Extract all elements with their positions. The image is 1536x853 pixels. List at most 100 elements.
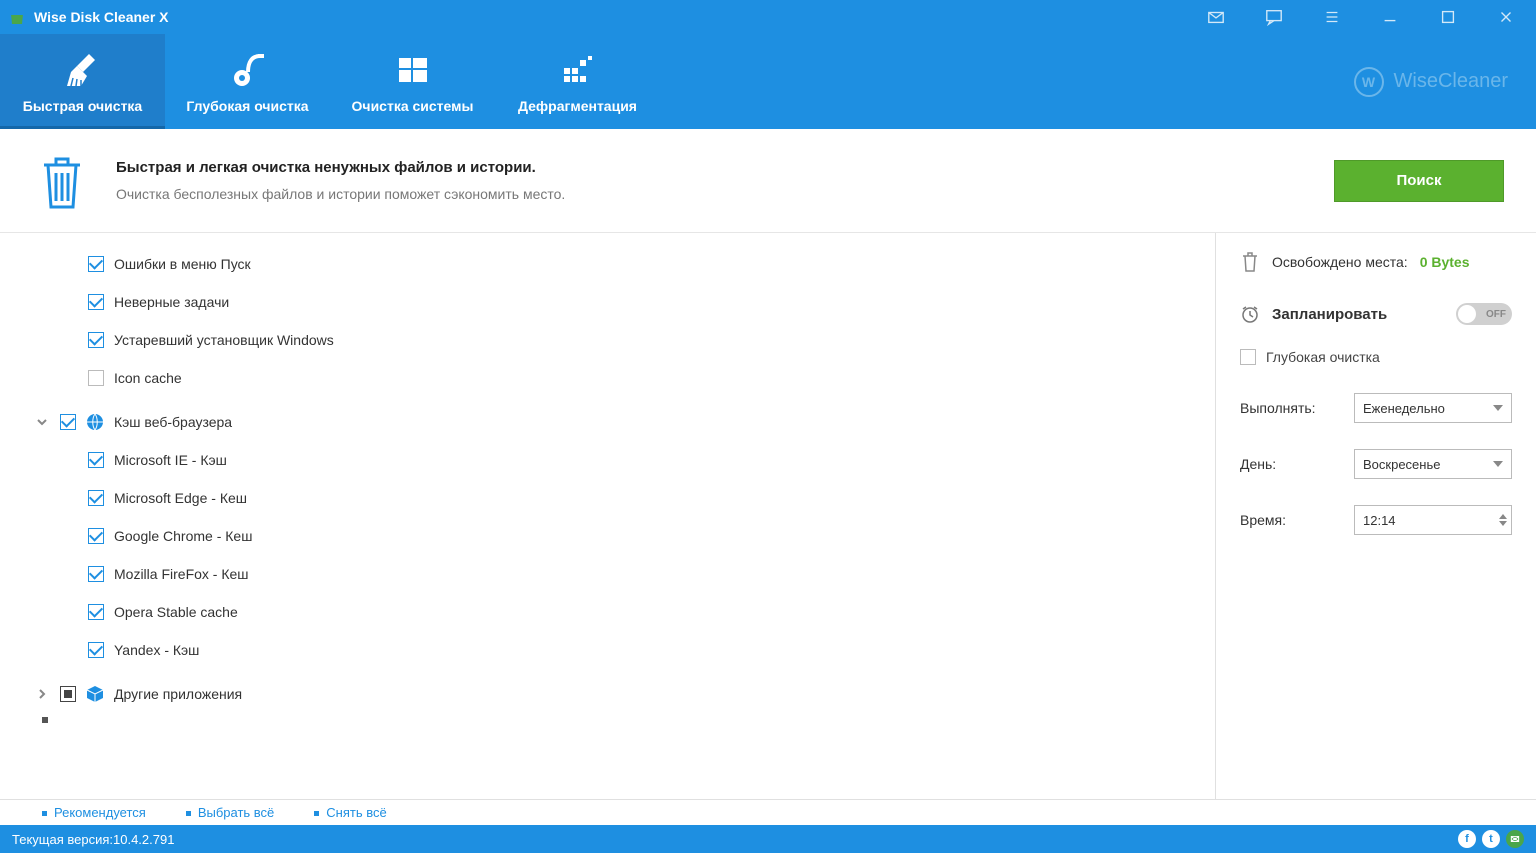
facebook-icon[interactable]: f (1458, 830, 1476, 848)
checkbox[interactable] (88, 604, 104, 620)
checkbox[interactable] (88, 256, 104, 272)
tab-quick-clean[interactable]: Быстрая очистка (0, 34, 165, 129)
tree-item-ie-cache[interactable]: Microsoft IE - Кэш (34, 441, 1191, 479)
link-deselect-all[interactable]: Снять всё (314, 805, 386, 820)
statusbar: Текущая версия:10.4.2.791 f t ✉ (0, 825, 1536, 853)
app-icon (8, 8, 26, 26)
close-button[interactable] (1496, 7, 1516, 27)
dropdown-icon (1493, 461, 1503, 467)
tree-item-label: Неверные задачи (114, 294, 229, 310)
tree-item-label: Ошибки в меню Пуск (114, 256, 251, 272)
clock-icon (1240, 304, 1260, 324)
perform-select[interactable]: Еженедельно (1354, 393, 1512, 423)
banner-heading: Быстрая и легкая очистка ненужных файлов… (116, 159, 565, 176)
freed-value: 0 Bytes (1420, 254, 1470, 270)
time-row: Время: 12:14 (1240, 505, 1512, 535)
day-select[interactable]: Воскресенье (1354, 449, 1512, 479)
spinner-down-icon[interactable] (1499, 521, 1507, 526)
schedule-toggle[interactable]: OFF (1456, 303, 1512, 325)
side-panel: Освобождено места: 0 Bytes Запланировать… (1216, 233, 1536, 799)
tree-item-icon-cache[interactable]: Icon cache (34, 359, 1191, 397)
description-banner: Быстрая и легкая очистка ненужных файлов… (0, 129, 1536, 233)
schedule-row: Запланировать OFF (1240, 303, 1512, 325)
dropdown-icon (1493, 405, 1503, 411)
checkbox[interactable] (1240, 349, 1256, 365)
tree-item-label: Opera Stable cache (114, 604, 238, 620)
tab-label: Глубокая очистка (186, 98, 308, 114)
checkbox[interactable] (88, 370, 104, 386)
cleanup-tree: Ошибки в меню Пуск Неверные задачи Устар… (0, 233, 1216, 799)
brand-badge-icon: W (1354, 67, 1384, 97)
scroll-indicator (42, 717, 48, 723)
checkbox-indeterminate[interactable] (60, 686, 76, 702)
tab-system-clean[interactable]: Очистка системы (330, 34, 495, 129)
broom-icon (63, 50, 103, 90)
link-select-all[interactable]: Выбрать всё (186, 805, 274, 820)
checkbox[interactable] (88, 332, 104, 348)
banner-subtext: Очистка бесполезных файлов и истории пом… (116, 186, 565, 202)
defrag-icon (558, 50, 598, 90)
perform-row: Выполнять: Еженедельно (1240, 393, 1512, 423)
tree-item-label: Microsoft IE - Кэш (114, 452, 227, 468)
tree-item-chrome-cache[interactable]: Google Chrome - Кеш (34, 517, 1191, 555)
freed-space-row: Освобождено места: 0 Bytes (1240, 251, 1512, 273)
feedback-icon[interactable] (1264, 7, 1284, 27)
tree-item-start-menu-errors[interactable]: Ошибки в меню Пуск (34, 245, 1191, 283)
tree-item-label: Устаревший установщик Windows (114, 332, 334, 348)
menu-icon[interactable] (1322, 7, 1342, 27)
version-label: Текущая версия: (12, 832, 113, 847)
search-button[interactable]: Поиск (1334, 160, 1504, 202)
mail-icon[interactable] (1206, 7, 1226, 27)
tab-label: Очистка системы (352, 98, 474, 114)
time-spinner[interactable] (1499, 514, 1507, 526)
deep-clean-option[interactable]: Глубокая очистка (1240, 349, 1512, 365)
checkbox[interactable] (88, 528, 104, 544)
trash-small-icon (1240, 251, 1260, 273)
time-label: Время: (1240, 512, 1286, 528)
email-icon[interactable]: ✉ (1506, 830, 1524, 848)
checkbox[interactable] (60, 414, 76, 430)
brand-logo: W WiseCleaner (1354, 67, 1508, 97)
tree-group-browser-cache[interactable]: Кэш веб-браузера (34, 403, 1191, 441)
checkbox[interactable] (88, 452, 104, 468)
tree-item-label: Mozilla FireFox - Кеш (114, 566, 249, 582)
trash-icon (36, 151, 88, 211)
tree-item-yandex-cache[interactable]: Yandex - Кэш (34, 631, 1191, 669)
app-title: Wise Disk Cleaner X (34, 9, 169, 25)
chevron-down-icon[interactable] (34, 414, 50, 430)
globe-icon (86, 413, 104, 431)
link-recommended[interactable]: Рекомендуется (42, 805, 146, 820)
package-icon (86, 685, 104, 703)
footer-links: Рекомендуется Выбрать всё Снять всё (0, 799, 1536, 825)
vacuum-icon (228, 50, 268, 90)
deep-clean-label: Глубокая очистка (1266, 349, 1380, 365)
tree-item-invalid-tasks[interactable]: Неверные задачи (34, 283, 1191, 321)
day-row: День: Воскресенье (1240, 449, 1512, 479)
social-links: f t ✉ (1458, 830, 1524, 848)
toolbar: Быстрая очистка Глубокая очистка Очистка… (0, 34, 1536, 129)
checkbox[interactable] (88, 642, 104, 658)
checkbox[interactable] (88, 490, 104, 506)
tree-item-firefox-cache[interactable]: Mozilla FireFox - Кеш (34, 555, 1191, 593)
tree-group-other-apps[interactable]: Другие приложения (34, 675, 1191, 713)
checkbox[interactable] (88, 294, 104, 310)
tree-item-opera-cache[interactable]: Opera Stable cache (34, 593, 1191, 631)
tab-deep-clean[interactable]: Глубокая очистка (165, 34, 330, 129)
tree-item-label: Microsoft Edge - Кеш (114, 490, 247, 506)
tree-item-old-installer[interactable]: Устаревший установщик Windows (34, 321, 1191, 359)
tree-item-label: Icon cache (114, 370, 182, 386)
time-input[interactable]: 12:14 (1354, 505, 1512, 535)
minimize-button[interactable] (1380, 7, 1400, 27)
twitter-icon[interactable]: t (1482, 830, 1500, 848)
checkbox[interactable] (88, 566, 104, 582)
maximize-button[interactable] (1438, 7, 1458, 27)
titlebar: Wise Disk Cleaner X (0, 0, 1536, 34)
spinner-up-icon[interactable] (1499, 514, 1507, 519)
tree-item-label: Google Chrome - Кеш (114, 528, 252, 544)
freed-label: Освобождено места: (1272, 254, 1408, 270)
version-value: 10.4.2.791 (113, 832, 174, 847)
tab-defrag[interactable]: Дефрагментация (495, 34, 660, 129)
tree-item-edge-cache[interactable]: Microsoft Edge - Кеш (34, 479, 1191, 517)
tree-group-label: Другие приложения (114, 686, 242, 702)
chevron-right-icon[interactable] (34, 686, 50, 702)
